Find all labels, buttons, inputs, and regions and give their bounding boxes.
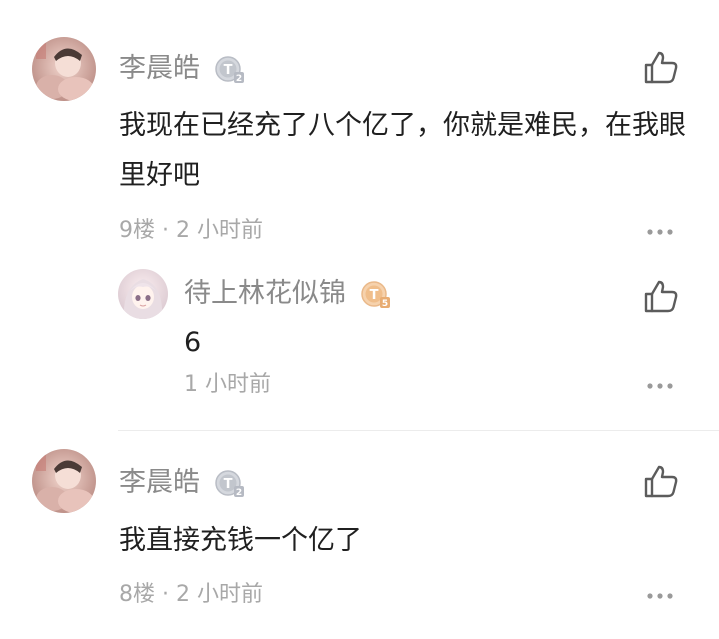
like-button[interactable]	[642, 277, 682, 317]
level-badge-icon: T 2	[215, 56, 244, 84]
svg-text:5: 5	[382, 299, 388, 309]
timestamp: 1 小时前	[184, 372, 271, 397]
more-dots-icon	[647, 229, 673, 235]
comment-text: 我现在已经充了八个亿了，你就是难民，在我眼里好吧	[119, 110, 686, 191]
more-options-button[interactable]	[645, 379, 675, 393]
more-dots-icon	[647, 383, 673, 389]
more-options-button[interactable]	[645, 589, 675, 603]
avatar[interactable]	[32, 449, 96, 513]
thumbs-up-icon	[644, 280, 678, 313]
meta-separator: ·	[162, 218, 169, 243]
svg-text:2: 2	[236, 74, 242, 84]
like-button[interactable]	[642, 48, 682, 88]
avatar[interactable]	[32, 37, 96, 101]
svg-text:T: T	[224, 477, 233, 492]
comment-meta: 8楼 · 2 小时前	[119, 581, 263, 609]
divider	[118, 430, 719, 431]
meta-separator: ·	[162, 582, 169, 607]
svg-text:T: T	[370, 288, 379, 303]
svg-text:2: 2	[236, 488, 242, 498]
floor-number: 8楼	[119, 582, 155, 607]
level-badge-icon: T 2	[215, 470, 244, 498]
username[interactable]: 待上林花似锦	[184, 277, 346, 311]
reply-text: 6	[184, 327, 202, 358]
thumbs-up-icon	[644, 51, 678, 84]
username[interactable]: 李晨皓	[119, 52, 200, 86]
timestamp: 2 小时前	[176, 582, 263, 607]
username[interactable]: 李晨皓	[119, 466, 200, 500]
more-dots-icon	[647, 593, 673, 599]
level-badge-icon: T 5	[361, 281, 390, 309]
level-badge: T 5	[361, 280, 391, 310]
avatar[interactable]	[118, 269, 168, 319]
thumbs-up-icon	[644, 465, 678, 498]
level-badge: T 2	[215, 55, 245, 85]
comment-meta: 9楼 · 2 小时前	[119, 217, 263, 245]
floor-number: 9楼	[119, 218, 155, 243]
timestamp: 2 小时前	[176, 218, 263, 243]
like-button[interactable]	[642, 462, 682, 502]
comment-text: 我直接充钱一个亿了	[119, 525, 362, 556]
more-options-button[interactable]	[645, 225, 675, 239]
svg-text:T: T	[224, 63, 233, 78]
level-badge: T 2	[215, 469, 245, 499]
